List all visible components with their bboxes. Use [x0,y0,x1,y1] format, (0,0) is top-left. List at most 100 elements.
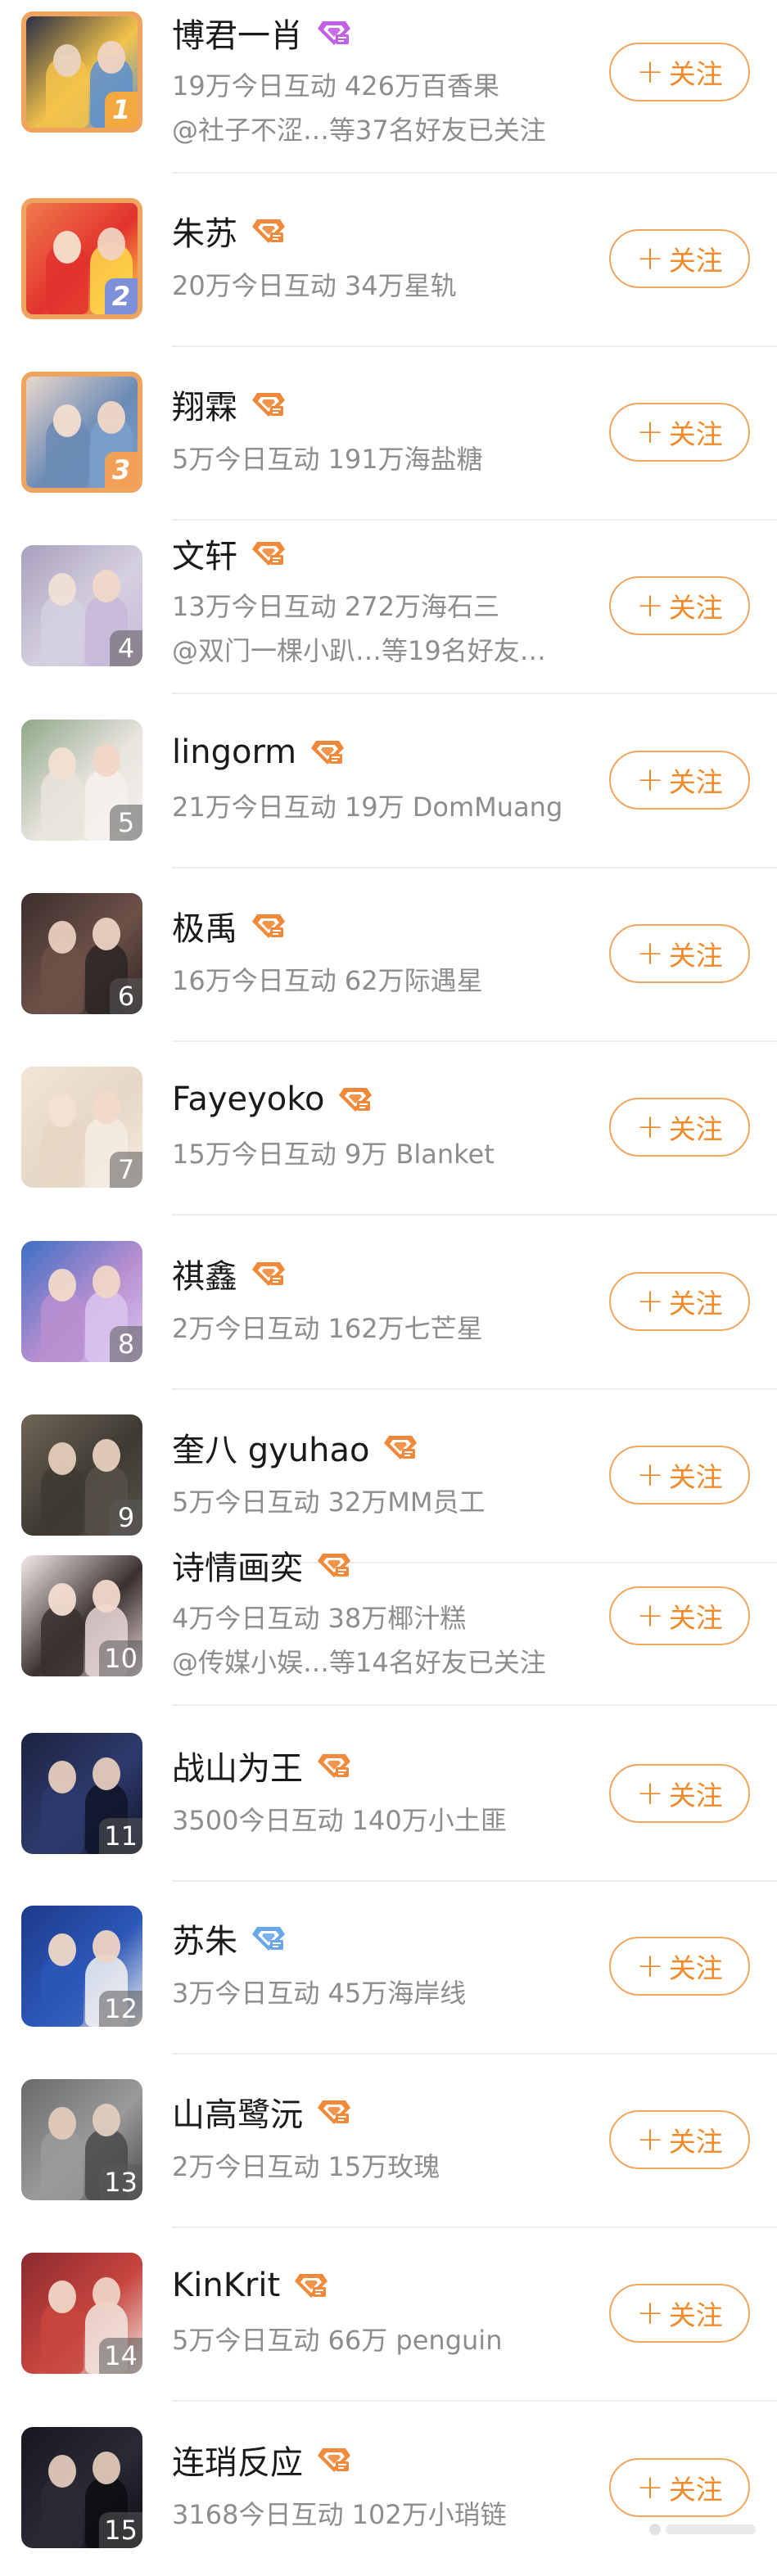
topic-name[interactable]: Fayeyoko [172,1080,324,1118]
ranking-row[interactable]: 1 博君一肖 19万今日互动 426万百香果 @社子不涩…等37名好友已关注 + 关注 [0,0,777,174]
follow-button[interactable]: + 关注 [609,43,750,102]
ranking-row[interactable]: 14 KinKrit 5万今日互动 66万 penguin + 关注 [0,2228,777,2402]
plus-icon: + [636,53,664,91]
follow-button[interactable]: + 关注 [609,1937,750,1996]
topic-stats: 15万今日互动 9万 Blanket [172,1139,495,1170]
topic-name[interactable]: 文轩 [172,530,237,577]
plus-icon: + [636,1456,664,1494]
topic-name[interactable]: 奎八 gyuhao [172,1423,369,1471]
topic-cover-image[interactable]: 4 [21,545,142,666]
follow-button[interactable]: + 关注 [609,1446,750,1505]
topic-name[interactable]: 战山为王 [172,1742,303,1789]
row-divider [172,2400,777,2402]
rank-number: 6 [110,978,142,1014]
blue-diamond-icon [251,1924,287,1953]
topic-cover-image[interactable]: 2 [21,198,142,319]
topic-title-line: lingorm [172,731,346,774]
ranking-row[interactable]: 3 翔霖 5万今日互动 191万海盐糖 + 关注 [0,347,777,521]
topic-name[interactable]: 朱苏 [172,207,237,255]
topic-cover-image[interactable]: 3 [21,372,142,493]
follow-button-label: 关注 [668,1288,723,1320]
follow-button[interactable]: + 关注 [609,2284,750,2343]
topic-cover-image[interactable]: 9 [21,1414,142,1536]
topic-cover-image[interactable]: 15 [21,2427,142,2548]
follow-button[interactable]: + 关注 [609,1586,750,1645]
topic-name[interactable]: 苏朱 [172,1915,237,1962]
rank-number: 11 [99,1818,142,1854]
follow-button-label: 关注 [668,2126,723,2158]
row-divider [172,1214,777,1216]
topic-stats: 3500今日互动 140万小土匪 [172,1805,507,1836]
topic-stats: 16万今日互动 62万际遇星 [172,965,483,996]
topic-cover-image[interactable]: 8 [21,1241,142,1362]
follow-button[interactable]: + 关注 [609,1764,750,1823]
ranking-row[interactable]: 5 lingorm 21万今日互动 19万 DomMuang + 关注 [0,695,777,868]
follow-button-label: 关注 [668,2474,723,2506]
follow-button[interactable]: + 关注 [609,924,750,983]
follow-button[interactable]: + 关注 [609,2458,750,2517]
topic-name[interactable]: KinKrit [172,2267,280,2304]
topic-name[interactable]: 连琑反应 [172,2436,303,2484]
ranking-row[interactable]: 8 祺鑫 2万今日互动 162万七芒星 + 关注 [0,1216,777,1390]
gold-diamond-icon [316,1550,352,1580]
follow-button[interactable]: + 关注 [609,229,750,288]
ranking-row[interactable]: 13 山高鹭沅 2万今日互动 15万玫瑰 + 关注 [0,2055,777,2228]
plus-icon: + [636,2469,664,2506]
follow-button-label: 关注 [668,1461,723,1493]
topic-name[interactable]: lingorm [172,733,296,771]
topic-stats: 3168今日互动 102万小琑链 [172,2499,507,2530]
ranking-row[interactable]: 2 朱苏 20万今日互动 34万星轨 + 关注 [0,174,777,347]
topic-name[interactable]: 祺鑫 [172,1250,237,1297]
topic-stats: 5万今日互动 191万海盐糖 [172,444,483,475]
topic-cover-image[interactable]: 6 [21,893,142,1014]
watermark-bar [666,2524,756,2534]
ranking-row[interactable]: 6 极禹 16万今日互动 62万际遇星 + 关注 [0,868,777,1042]
topic-stats: 21万今日互动 19万 DomMuang [172,792,563,823]
topic-title-line: 朱苏 [172,207,287,255]
rank-number: 15 [99,2512,142,2548]
gold-diamond-icon [251,216,287,246]
follow-button[interactable]: + 关注 [609,403,750,462]
rank-number: 8 [110,1326,142,1362]
topic-name[interactable]: 山高鹭沅 [172,2088,303,2136]
ranking-row[interactable]: 15 连琑反应 3168今日互动 102万小琑链 + 关注 [0,2402,777,2576]
plus-icon: + [636,1283,664,1320]
follow-button-label: 关注 [668,1952,723,1984]
ranking-row[interactable]: 11 战山为王 3500今日互动 140万小土匪 + 关注 [0,1708,777,1882]
topic-stats: 19万今日互动 426万百香果 [172,70,499,102]
friends-followed-text: @传媒小娱…等14名好友已关注 [172,1647,546,1678]
topic-cover-image[interactable]: 7 [21,1067,142,1188]
ranking-row[interactable]: 4 文轩 13万今日互动 272万海石三 @双门一棵小趴…等19名好友… + 关注 [0,521,777,694]
follow-button[interactable]: + 关注 [609,1272,750,1331]
follow-button-label: 关注 [668,2299,723,2331]
topic-name[interactable]: 博君一肖 [172,9,303,56]
topic-cover-image[interactable]: 14 [21,2253,142,2374]
ranking-row[interactable]: 12 苏朱 3万今日互动 45万海岸线 + 关注 [0,1881,777,2055]
plus-icon: + [636,935,664,972]
plus-icon: + [636,1775,664,1812]
gold-diamond-icon [251,911,287,941]
topic-cover-image[interactable]: 12 [21,1906,142,2027]
follow-button[interactable]: + 关注 [609,2110,750,2169]
topic-cover-image[interactable]: 13 [21,2079,142,2200]
topic-cover-image[interactable]: 10 [21,1555,142,1676]
ranking-row[interactable]: 7 Fayeyoko 15万今日互动 9万 Blanket + 关注 [0,1042,777,1216]
topic-cover-image[interactable]: 5 [21,720,142,841]
topic-name[interactable]: 翔霖 [172,381,237,428]
topic-name[interactable]: 诗情画奕 [172,1541,303,1589]
topic-cover-image[interactable]: 11 [21,1733,142,1854]
topic-name[interactable]: 极禹 [172,902,237,950]
follow-button[interactable]: + 关注 [609,576,750,635]
topic-title-line: 诗情画奕 [172,1541,352,1589]
row-divider [172,692,777,694]
topic-cover-image[interactable]: 1 [21,11,142,133]
follow-button[interactable]: + 关注 [609,1098,750,1157]
plus-icon: + [636,2294,664,2332]
rank-number: 9 [110,1500,142,1536]
topic-title-line: Fayeyoko [172,1078,373,1121]
gold-diamond-icon [251,539,287,568]
ranking-row[interactable]: 10 诗情画奕 4万今日互动 38万椰汁糕 @传媒小娱…等14名好友已关注 + 关注 [0,1532,777,1706]
follow-button[interactable]: + 关注 [609,751,750,810]
plus-icon: + [636,2121,664,2159]
topic-stats: 13万今日互动 272万海石三 [172,591,499,622]
